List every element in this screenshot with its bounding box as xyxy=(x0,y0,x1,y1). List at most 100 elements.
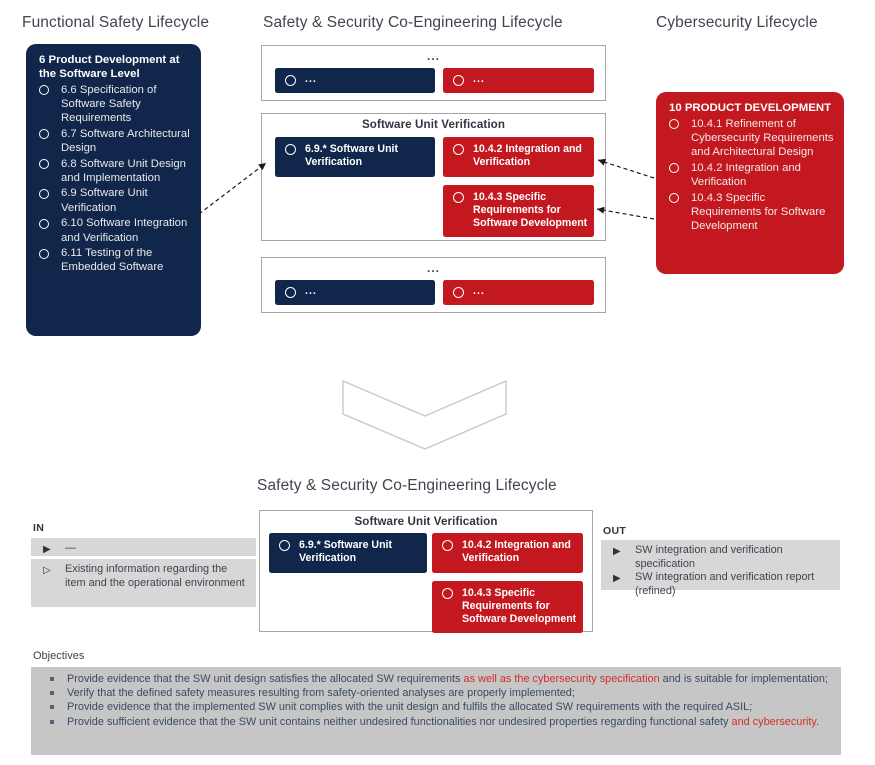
in-panel-a: ▶ — xyxy=(31,538,256,556)
detail-red-block-2[interactable]: 10.4.3 Specific Requirements for Softwar… xyxy=(432,581,583,633)
square-bullet-icon xyxy=(50,691,54,696)
group-bottom-navy-block[interactable]: ... xyxy=(275,280,435,305)
objective-text-0: Provide evidence that the SW unit design… xyxy=(67,673,828,685)
list-item-label: SW integration and verification specific… xyxy=(635,544,783,570)
list-item[interactable]: 6.6 Specification of Software Safety Req… xyxy=(37,83,191,126)
ring-icon xyxy=(453,287,464,298)
ring-icon xyxy=(453,144,464,155)
out-panel: ▶ SW integration and verification specifi… xyxy=(601,540,840,597)
list-item[interactable]: 10.4.2 Integration and Verification xyxy=(667,161,834,189)
ring-icon xyxy=(285,144,296,155)
group-top-red-block[interactable]: ... xyxy=(443,68,594,93)
square-bullet-icon xyxy=(50,705,54,710)
ring-icon xyxy=(39,159,49,170)
in-list-a: ▶ — xyxy=(37,542,250,556)
square-bullet-icon xyxy=(50,719,54,724)
ring-icon xyxy=(39,129,49,140)
list-item: ▷ Existing information regarding the item… xyxy=(37,563,250,590)
out-list: ▶ SW integration and verification specifi… xyxy=(607,544,834,598)
highlighted-text: and cybersecurity xyxy=(731,715,817,728)
group-middle-navy-block[interactable]: 6.9.* Software Unit Verification xyxy=(275,137,435,177)
list-item-label: 6.9 Software Unit Verification xyxy=(61,187,148,214)
ring-icon xyxy=(285,75,296,86)
list-item-label: 6.6 Specification of Software Safety Req… xyxy=(61,83,157,124)
objectives-list: Provide evidence that the SW unit design… xyxy=(39,672,833,729)
plain-text: Provide sufficient evidence that the SW … xyxy=(67,715,732,728)
list-item: ▶ — xyxy=(37,542,250,556)
ring-icon xyxy=(442,540,453,551)
objective-text-2: Provide evidence that the implemented SW… xyxy=(67,701,752,713)
objectives-panel: Provide evidence that the SW unit design… xyxy=(31,667,841,755)
in-label: IN xyxy=(33,522,45,534)
group-top-title: ... xyxy=(426,49,440,63)
ring-icon xyxy=(669,163,679,174)
group-bottom-red-block[interactable]: ... xyxy=(443,280,594,305)
list-item[interactable]: 6.7 Software Architectural Design xyxy=(37,127,191,155)
functional-safety-item-list: 6.6 Specification of Software Safety Req… xyxy=(37,83,191,275)
block-label: 6.9.* Software Unit Verification xyxy=(299,539,393,565)
highlighted-text: as well as the cybersecurity specificati… xyxy=(463,673,660,685)
ring-icon xyxy=(442,588,453,599)
block-label: 10.4.3 Specific Requirements for Softwar… xyxy=(473,191,588,230)
cybersecurity-card[interactable]: 10 PRODUCT DEVELOPMENT 10.4.1 Refinement… xyxy=(656,92,844,274)
connector-arrow-left xyxy=(198,162,267,215)
list-item: Provide evidence that the SW unit design… xyxy=(39,672,833,686)
detail-red-block-1[interactable]: 10.4.2 Integration and Verification xyxy=(432,533,583,573)
triangle-filled-icon: ▶ xyxy=(613,573,621,585)
plain-text: Provide evidence that the implemented SW… xyxy=(67,701,753,714)
triangle-filled-icon: ▶ xyxy=(43,544,51,555)
detail-navy-block[interactable]: 6.9.* Software Unit Verification xyxy=(269,533,427,573)
chevron-down-shape xyxy=(342,379,507,450)
list-item[interactable]: 10.4.3 Specific Requirements for Softwar… xyxy=(667,191,834,234)
ring-icon xyxy=(279,540,290,551)
list-item-label: — xyxy=(65,542,76,554)
functional-safety-column-title: Functional Safety Lifecycle xyxy=(22,14,210,31)
ring-icon xyxy=(453,75,464,86)
ring-icon xyxy=(285,287,296,298)
triangle-filled-icon: ▶ xyxy=(613,546,621,557)
cybersecurity-column-title: Cybersecurity Lifecycle xyxy=(656,14,818,31)
block-label: 6.9.* Software Unit Verification xyxy=(305,143,399,169)
detail-group-title: Software Unit Verification xyxy=(354,515,498,528)
list-item-label: SW integration and verification report (… xyxy=(635,571,815,597)
list-item[interactable]: 6.9 Software Unit Verification xyxy=(37,186,191,214)
square-bullet-icon xyxy=(50,677,54,681)
plain-text: Verify that the defined safety measures … xyxy=(67,687,575,700)
list-item-label: 6.11 Testing of the Embedded Software xyxy=(61,247,164,274)
triangle-outline-icon: ▷ xyxy=(43,565,51,576)
list-item: Provide evidence that the implemented SW… xyxy=(39,700,833,714)
list-item[interactable]: 6.8 Software Unit Design and Implementat… xyxy=(37,157,191,185)
connector-arrow-right-1 xyxy=(597,158,655,179)
block-label: 10.4.3 Specific Requirements for Softwar… xyxy=(462,587,577,626)
in-panel-b: ▷ Existing information regarding the item… xyxy=(31,559,256,607)
block-label: 10.4.2 Integration and Verification xyxy=(473,143,582,169)
functional-safety-card[interactable]: 6 Product Development at the Software Le… xyxy=(26,44,201,336)
list-item[interactable]: 10.4.1 Refinement of Cybersecurity Requi… xyxy=(667,117,834,160)
plain-text: Provide evidence that the SW unit design… xyxy=(67,673,464,685)
group-bottom-title: ... xyxy=(426,261,440,275)
group-middle-red-block-2[interactable]: 10.4.3 Specific Requirements for Softwar… xyxy=(443,185,594,237)
out-label: OUT xyxy=(603,525,627,537)
co-engineering-group-middle: Software Unit Verification 6.9.* Softwar… xyxy=(261,113,606,241)
objective-text-3: Provide sufficient evidence that the SW … xyxy=(67,716,819,728)
co-engineering-group-top: ... ... ... xyxy=(261,45,606,101)
plain-text: . xyxy=(816,715,820,728)
list-item: Verify that the defined safety measures … xyxy=(39,686,833,700)
co-engineering-column-title: Safety & Security Co-Engineering Lifecyc… xyxy=(263,14,563,31)
plain-text: and is suitable for implementation; xyxy=(659,673,828,685)
ring-icon xyxy=(39,218,49,229)
objectives-label: Objectives xyxy=(33,650,85,662)
list-item-label: 6.10 Software Integration and Verificati… xyxy=(61,217,188,244)
ring-icon xyxy=(39,85,49,95)
group-middle-title: Software Unit Verification xyxy=(361,118,506,131)
list-item-label: Existing information regarding the item … xyxy=(65,563,245,589)
list-item[interactable]: 6.11 Testing of the Embedded Software xyxy=(37,246,191,274)
block-label: ... xyxy=(473,285,485,297)
list-item[interactable]: 6.10 Software Integration and Verificati… xyxy=(37,216,191,244)
ring-icon xyxy=(453,192,464,203)
group-top-navy-block[interactable]: ... xyxy=(275,68,435,93)
list-item-label: 10.4.2 Integration and Verification xyxy=(691,161,801,188)
block-label: ... xyxy=(305,73,317,85)
co-engineering-group-bottom: ... ... ... xyxy=(261,257,606,313)
group-middle-red-block-1[interactable]: 10.4.2 Integration and Verification xyxy=(443,137,594,177)
